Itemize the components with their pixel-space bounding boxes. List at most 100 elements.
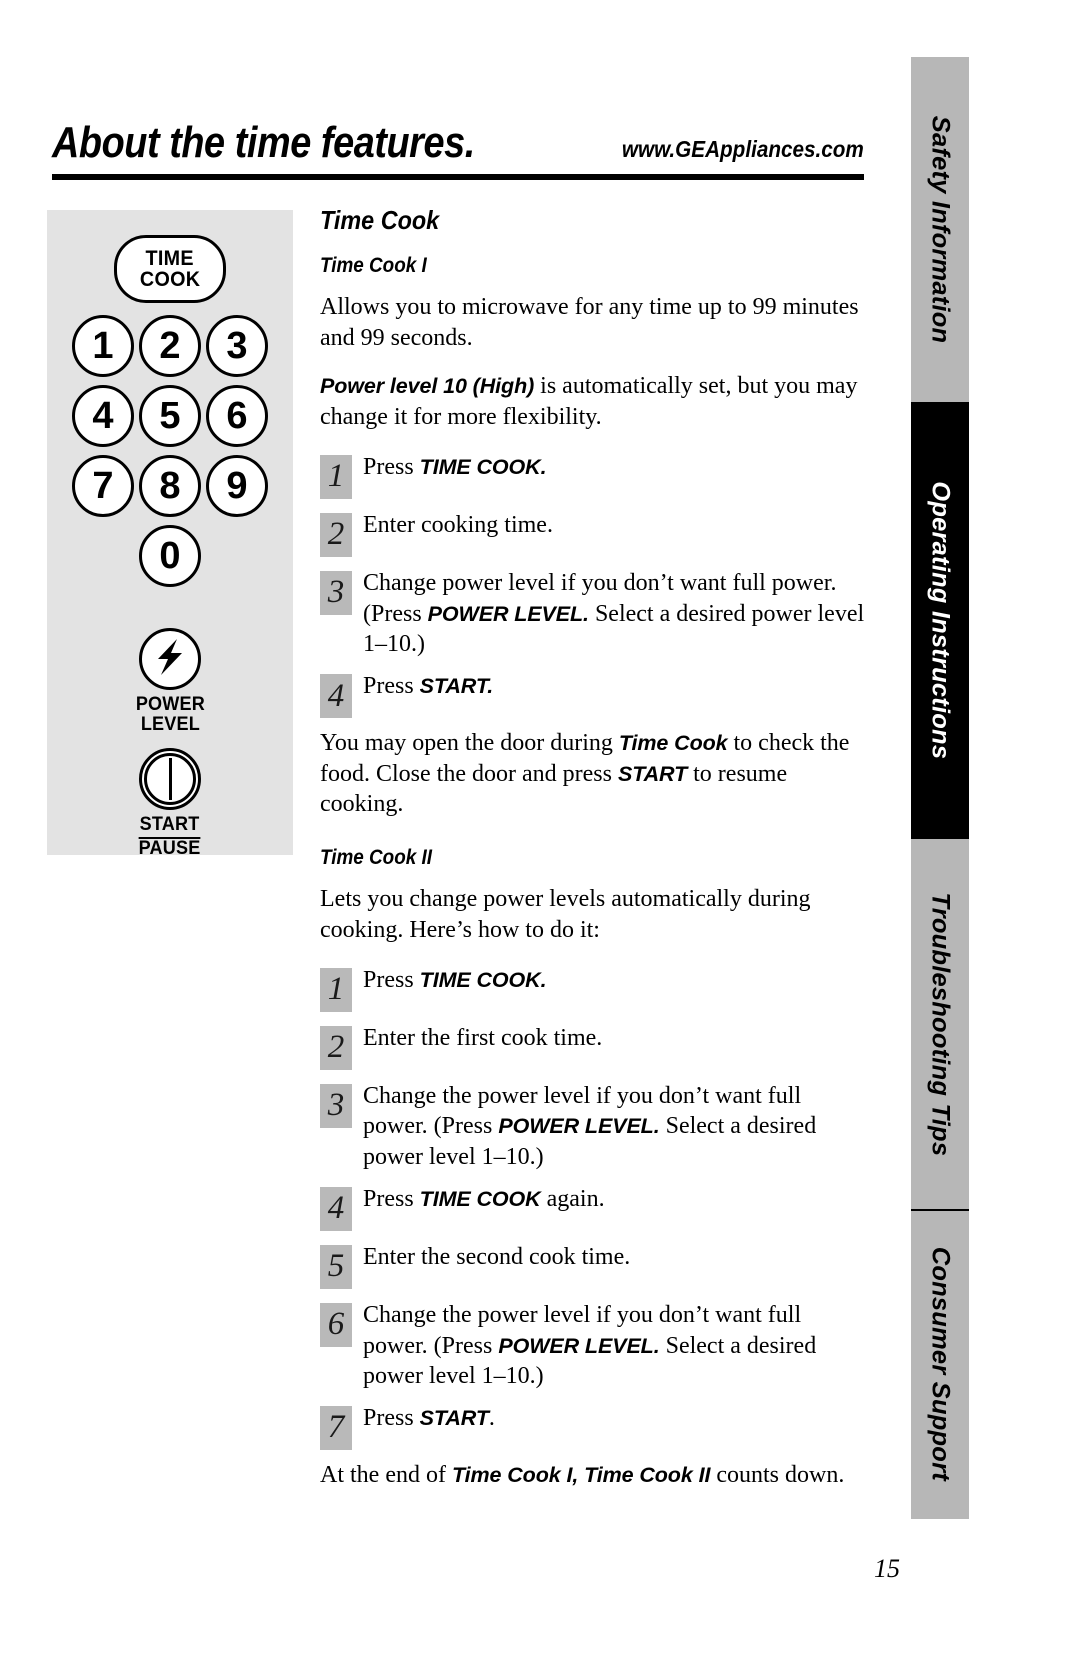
footer-note-part1: At the end of [320,1461,452,1488]
step-text-pre: Press [363,453,420,480]
digit-key-1[interactable]: 1 [72,315,134,377]
step-item: 2 Enter the first cook time. [320,1022,868,1070]
digit-key-4[interactable]: 4 [72,385,134,447]
digit-key-8[interactable]: 8 [139,455,201,517]
side-tab-strip: Safety Information Operating Instruction… [911,57,969,1519]
digit-key-2[interactable]: 2 [139,315,201,377]
step-text-pre: Press [363,1185,420,1212]
step-text: Change power level if you don’t want ful… [363,567,868,660]
step-text-pre: Enter the first cook time. [363,1024,603,1051]
time-cook-button-label-line2: COOK [139,268,201,291]
door-note-part1: You may open the door during [320,730,619,757]
step-item: 5 Enter the second cook time. [320,1241,868,1289]
start-pause-label: START PAUSE [139,814,201,860]
power-symbol-bar [168,758,172,800]
side-tab-label: Safety Information [926,115,955,344]
page-header: About the time features. www.GEAppliance… [52,118,864,180]
step-item: 6 Change the power level if you don’t wa… [320,1299,868,1392]
time-cook-1-intro: Allows you to microwave for any time up … [320,294,859,351]
step-number: 7 [320,1405,352,1450]
power-level-label-line2: LEVEL [140,713,200,735]
step-item: 3 Change power level if you don’t want f… [320,567,868,660]
step-text: Enter cooking time. [363,509,553,541]
step-command: POWER LEVEL. [498,1333,660,1358]
side-tab-label: Troubleshooting Tips [926,892,955,1156]
lightning-bolt-icon [153,637,187,682]
subsection-heading-time-cook-2: Time Cook II [320,846,433,870]
step-item: 1 Press TIME COOK. [320,964,868,1012]
door-note-command-time-cook: Time Cook [618,731,728,756]
step-text-pre: Enter the second cook time. [363,1243,631,1270]
digit-key-9[interactable]: 9 [206,455,268,517]
step-command: TIME COOK. [419,454,547,479]
keypad-panel: TIME COOK 1 2 3 4 5 6 7 8 9 0 POWER LEVE… [47,210,293,859]
step-command: TIME COOK. [419,967,547,992]
step-number: 4 [320,674,352,719]
time-cook-2-footer-note: At the end of Time Cook I, Time Cook II … [320,1460,868,1491]
side-tab-label: Consumer Support [926,1246,955,1482]
step-command: TIME COOK [419,1186,541,1211]
step-text: Change the power level if you don’t want… [363,1080,868,1173]
step-command: START. [419,674,494,699]
step-number: 1 [320,454,352,499]
footer-note-part2: counts down. [710,1461,845,1488]
step-text: Press TIME COOK. [363,964,547,996]
power-symbol-icon [144,753,196,805]
start-pause-label-line1: START [139,814,201,839]
step-text: Enter the first cook time. [363,1022,602,1054]
time-cook-1-power-note: Power level 10 (High) is automatically s… [320,371,868,432]
step-text-post: . [488,1404,495,1431]
step-item: 4 Press TIME COOK again. [320,1183,868,1231]
side-tab-consumer-support[interactable]: Consumer Support [911,1209,969,1519]
main-content: Time Cook Time Cook I Allows you to micr… [320,205,868,1509]
digit-key-6[interactable]: 6 [206,385,268,447]
number-pad-row: 0 [65,525,275,587]
step-text-pre: Press [363,673,420,700]
time-cook-1-door-note: You may open the door during Time Cook t… [320,728,868,820]
digit-key-0[interactable]: 0 [139,525,201,587]
step-number: 4 [320,1186,352,1231]
step-text: Press TIME COOK. [363,451,547,483]
step-command: START [419,1405,489,1430]
step-item: 2 Enter cooking time. [320,509,868,557]
start-pause-button[interactable] [139,748,201,810]
page-title: About the time features. [52,118,475,167]
number-pad-row: 7 8 9 [65,455,275,517]
step-number: 2 [320,512,352,557]
digit-key-5[interactable]: 5 [139,385,201,447]
subsection-heading-time-cook-1: Time Cook I [320,254,427,277]
header-website-url: www.GEAppliances.com [622,136,864,162]
time-cook-button[interactable]: TIME COOK [114,235,226,303]
time-cook-2-intro: Lets you change power levels automatical… [320,886,811,943]
side-tab-safety-information[interactable]: Safety Information [911,57,969,402]
start-pause-control: START PAUSE [47,748,293,860]
number-pad: 1 2 3 4 5 6 7 8 9 0 [65,315,275,595]
side-tab-operating-instructions[interactable]: Operating Instructions [911,402,969,839]
page-number: 15 [874,1554,900,1583]
side-tab-troubleshooting-tips[interactable]: Troubleshooting Tips [911,839,969,1209]
power-level-emphasis: Power level 10 (High) [320,374,535,399]
step-text-post: again. [540,1185,605,1212]
power-level-control: POWER LEVEL [47,628,293,735]
start-pause-label-line2: PAUSE [139,837,201,859]
footer-note-command: Time Cook I, Time Cook II [451,1462,711,1487]
step-text: Press TIME COOK again. [363,1183,605,1215]
step-text: Change the power level if you don’t want… [363,1299,868,1392]
step-text: Press START. [363,670,493,702]
step-item: 7 Press START. [320,1402,868,1450]
power-level-button[interactable] [139,628,201,690]
step-number: 3 [320,1083,352,1128]
step-command: POWER LEVEL. [427,601,589,626]
step-text-pre: Press [363,1404,420,1431]
step-item: 4 Press START. [320,670,868,719]
power-level-label-line1: POWER [135,694,205,715]
side-tab-divider [911,1209,969,1211]
digit-key-3[interactable]: 3 [206,315,268,377]
number-pad-row: 1 2 3 [65,315,275,377]
section-title-time-cook: Time Cook [320,205,440,235]
number-pad-row: 4 5 6 [65,385,275,447]
digit-key-7[interactable]: 7 [72,455,134,517]
step-number: 6 [320,1302,352,1347]
step-text: Enter the second cook time. [363,1241,630,1273]
power-level-label: POWER LEVEL [135,695,204,735]
